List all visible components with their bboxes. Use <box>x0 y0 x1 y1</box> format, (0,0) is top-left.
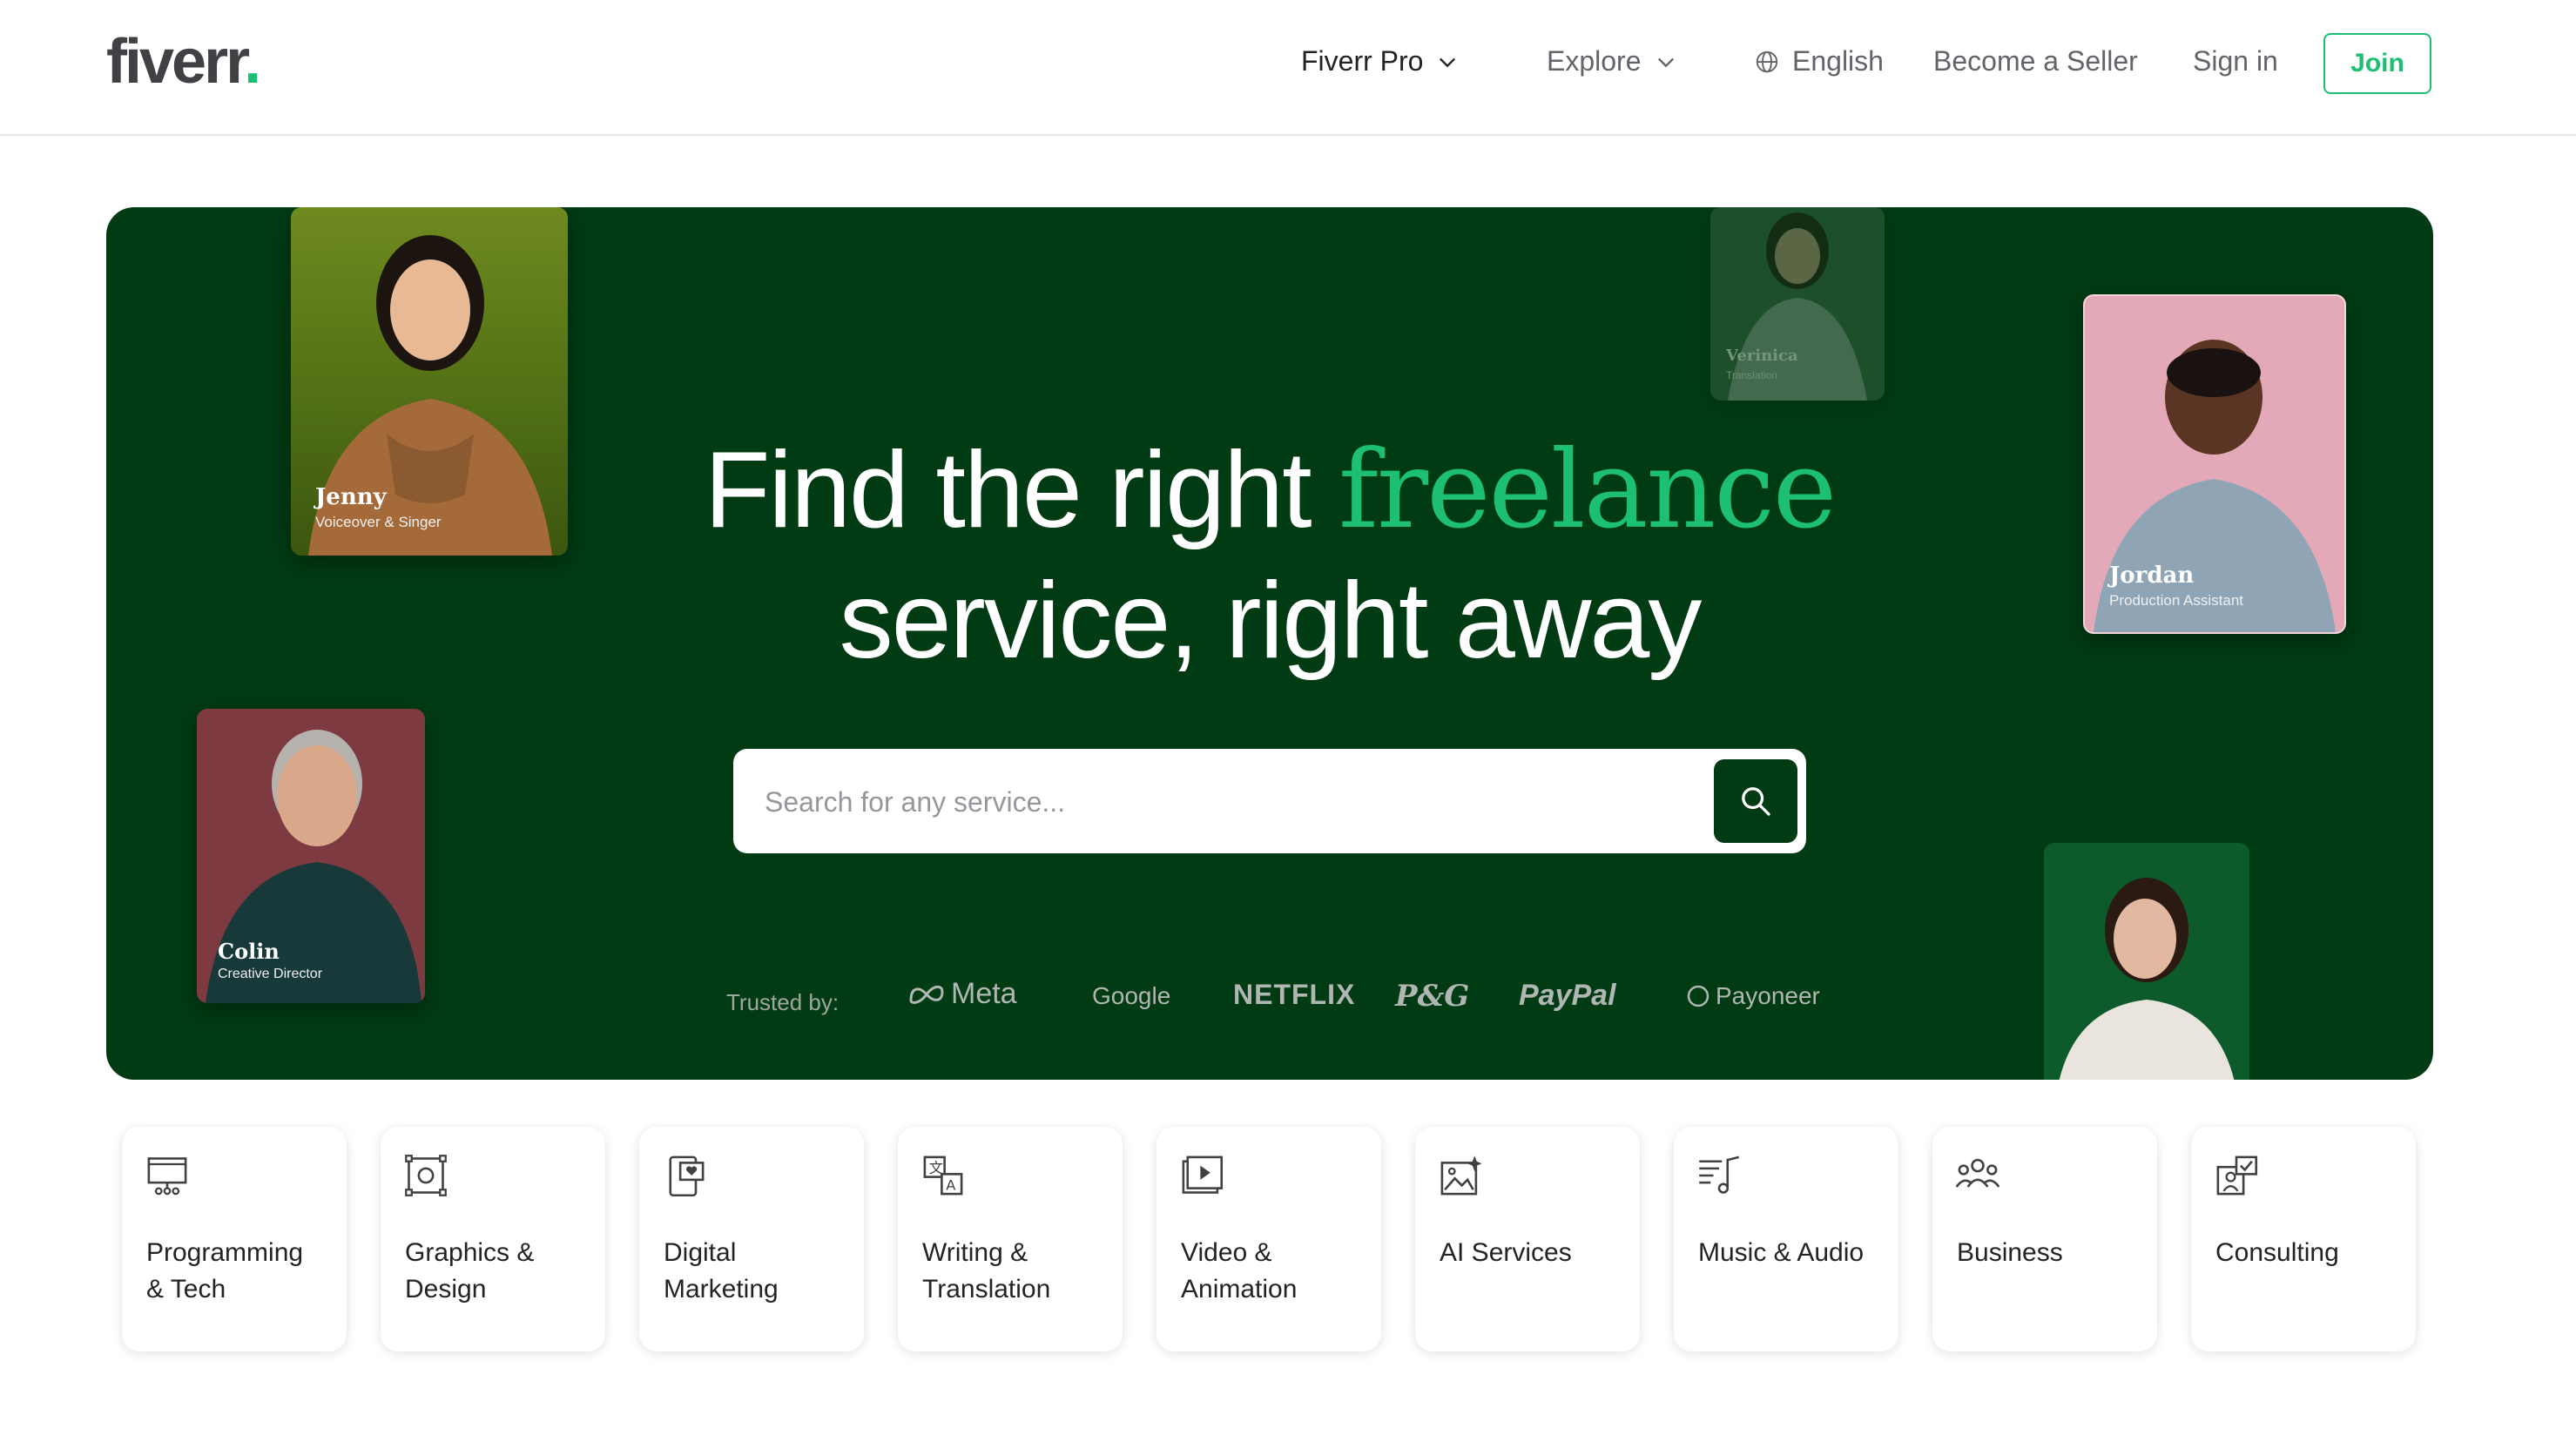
category-graphics-design[interactable]: Graphics & Design <box>381 1127 605 1351</box>
freelancer-photo <box>2059 878 2235 1080</box>
category-label: Consulting <box>2215 1238 2339 1267</box>
brand-payoneer-logo: Payoneer <box>1686 982 1820 1010</box>
category-label: Writing & Translation <box>922 1238 1051 1304</box>
headline-accent: freelance <box>1338 428 1837 553</box>
chevron-down-icon <box>1440 57 1456 67</box>
category-music-audio[interactable]: Music & Audio <box>1674 1127 1898 1351</box>
category-consulting[interactable]: Consulting <box>2191 1127 2416 1351</box>
search-icon <box>1742 787 1770 816</box>
category-label: Business <box>1957 1238 2063 1267</box>
category-programming-tech[interactable]: Programming & Tech <box>122 1127 347 1351</box>
video-play-icon <box>1182 1155 1224 1194</box>
trusted-by-label: Trusted by: <box>726 989 840 1015</box>
brand-netflix-logo: NETFLIX <box>1233 979 1356 1010</box>
join-button[interactable]: Join <box>2323 33 2431 94</box>
fiverr-logo[interactable]: fiverr. <box>106 26 261 98</box>
category-label: Programming & Tech <box>146 1238 304 1304</box>
site-header: fiverr. Fiverr Pro Explore English Becom… <box>0 0 2576 136</box>
nav-explore-label: Explore <box>1547 45 1642 77</box>
freelancer-card-partial[interactable] <box>2044 843 2249 1080</box>
brand-pg-logo: P&G <box>1395 979 1470 1014</box>
freelancer-name: Verinica <box>1726 347 1798 365</box>
brand-paypal-logo: PayPal <box>1519 979 1616 1012</box>
payoneer-circle-icon <box>1687 985 1709 1007</box>
search-input[interactable] <box>763 773 1637 831</box>
category-digital-marketing[interactable]: Digital Marketing <box>639 1127 864 1351</box>
ai-image-icon <box>1440 1155 1482 1196</box>
hero-banner: Jenny Voiceover & Singer Verinica Transl… <box>106 207 2433 1080</box>
freelancer-card-colin[interactable]: Colin Creative Director <box>197 709 425 1003</box>
brand-google-logo: Google <box>1092 982 1171 1009</box>
nav-language[interactable]: English <box>1754 45 1884 77</box>
svg-text:文: 文 <box>929 1160 943 1176</box>
nav-fiverr-pro-label: Fiverr Pro <box>1301 45 1424 77</box>
sign-in-label: Sign in <box>2193 45 2278 77</box>
music-note-icon <box>1699 1155 1740 1194</box>
design-frame-icon <box>405 1155 447 1196</box>
freelancer-name: Colin <box>218 939 280 964</box>
category-business[interactable]: Business <box>1932 1127 2157 1351</box>
nav-explore[interactable]: Explore <box>1547 45 1678 77</box>
become-seller-label: Become a Seller <box>1933 45 2138 77</box>
globe-icon <box>1756 51 1778 72</box>
translate-icon: 文 A <box>923 1155 963 1196</box>
headline-text-line2: service, right away <box>839 561 1703 681</box>
category-label: Music & Audio <box>1698 1238 1865 1267</box>
search-button[interactable] <box>1714 759 1797 843</box>
nav-become-seller[interactable]: Become a Seller <box>1933 45 2138 77</box>
consulting-icon <box>2216 1155 2258 1196</box>
nav-language-label: English <box>1792 45 1884 77</box>
mobile-heart-icon <box>669 1155 705 1197</box>
monitor-icon <box>147 1157 187 1196</box>
freelancer-role: Translation <box>1726 369 1777 381</box>
hero-headline: Find the right freelance service, right … <box>106 425 2433 686</box>
category-label: AI Services <box>1440 1238 1572 1267</box>
meta-infinity-icon <box>909 985 944 1004</box>
category-video-animation[interactable]: Video & Animation <box>1157 1127 1381 1351</box>
category-writing-translation[interactable]: 文 A Writing & Translation <box>898 1127 1123 1351</box>
nav-sign-in[interactable]: Sign in <box>2193 45 2278 77</box>
search-bar <box>733 749 1806 853</box>
category-ai-services[interactable]: AI Services <box>1415 1127 1640 1351</box>
svg-text:A: A <box>946 1176 955 1193</box>
people-icon <box>1955 1158 2000 1188</box>
category-label: Digital Marketing <box>664 1238 779 1304</box>
category-label: Video & Animation <box>1181 1238 1298 1304</box>
chevron-down-icon <box>1657 57 1674 67</box>
brand-meta-logo: Meta <box>907 977 1017 1011</box>
freelancer-card-verinica[interactable]: Verinica Translation <box>1710 207 1885 401</box>
category-label: Graphics & Design <box>405 1238 535 1304</box>
nav-fiverr-pro[interactable]: Fiverr Pro <box>1301 45 1460 77</box>
headline-text: Find the right <box>704 430 1312 550</box>
freelancer-role: Creative Director <box>218 967 323 981</box>
